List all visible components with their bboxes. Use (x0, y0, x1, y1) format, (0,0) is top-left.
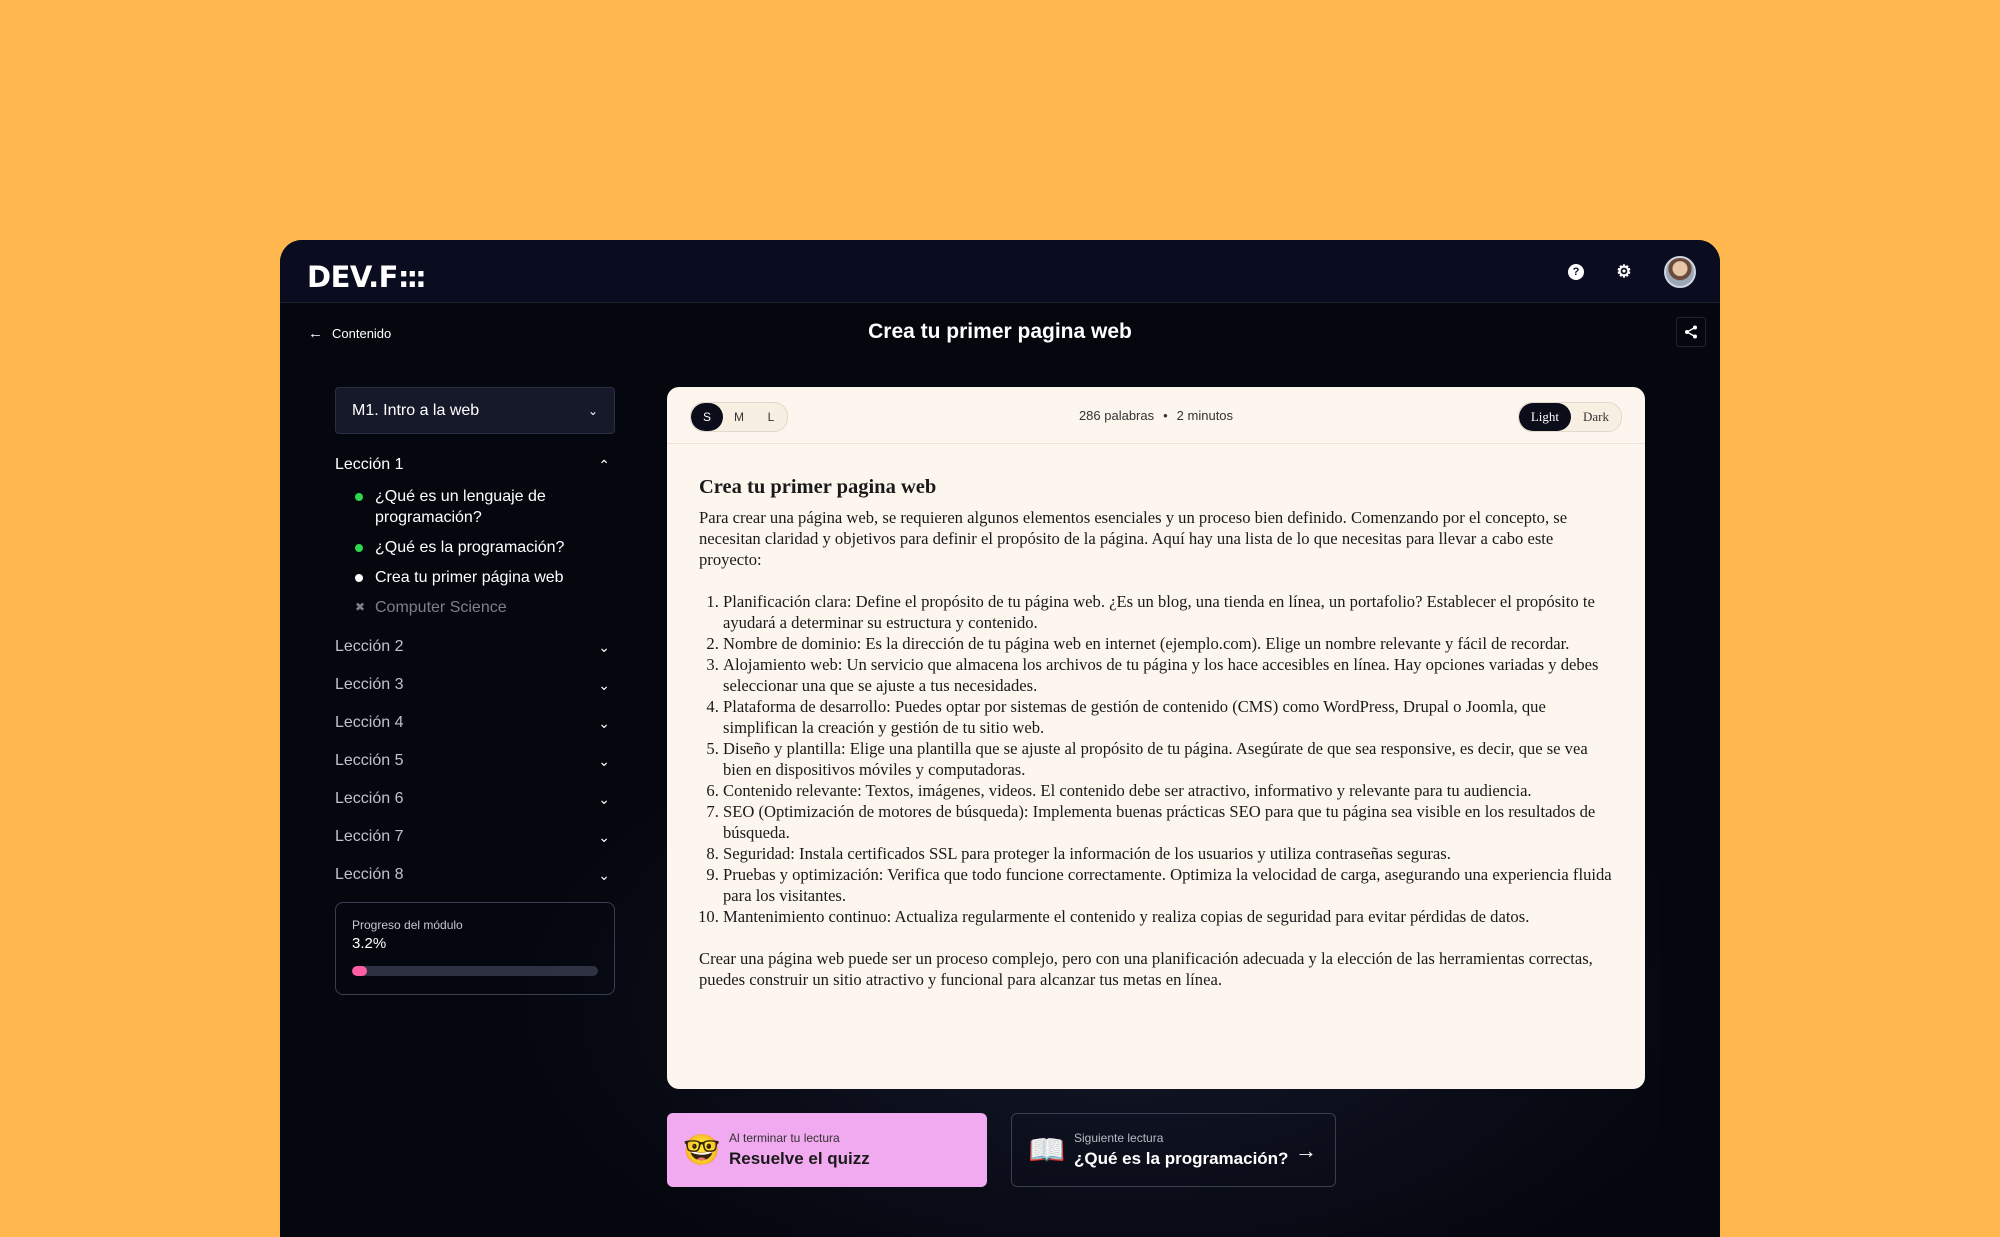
lesson-item-label: Crea tu primer página web (375, 569, 564, 586)
lesson-item-label: ¿Qué es la programación? (375, 539, 565, 556)
list-item: Plataforma de desarrollo: Puedes optar p… (723, 696, 1613, 738)
chevron-down-icon: ⌄ (598, 828, 610, 845)
progress-value: 3.2% (352, 935, 387, 952)
lesson-1-items: ¿Qué es un lenguaje de programación? ¿Qu… (335, 486, 615, 618)
module-select[interactable]: M1. Intro a la web ⌄ (335, 387, 615, 434)
help-icon[interactable]: ? (1568, 264, 1584, 280)
reading-stats: 286 palabras • 2 minutos (667, 408, 1645, 423)
lesson-7-header[interactable]: Lección 7 ⌄ (335, 828, 615, 846)
chevron-down-icon: ⌄ (587, 403, 598, 418)
chevron-down-icon: ⌄ (598, 752, 610, 769)
reading-time: 2 minutos (1176, 408, 1234, 423)
list-item: Contenido relevante: Textos, imágenes, v… (723, 780, 1613, 801)
current-dot-icon (355, 574, 363, 582)
logo-text: DEV.F (307, 260, 398, 294)
list-item: Alojamiento web: Un servicio que almacen… (723, 654, 1613, 696)
lesson-label: Lección 4 (335, 714, 404, 731)
sidebar: M1. Intro a la web ⌄ Lección 1 ⌃ ¿Qué es… (335, 387, 615, 995)
completed-dot-icon (355, 493, 363, 501)
share-icon (1685, 325, 1697, 339)
progress-label: Progreso del módulo (352, 918, 463, 932)
completed-dot-icon (355, 544, 363, 552)
quiz-title: Resuelve el quizz (729, 1149, 870, 1168)
list-item: Seguridad: Instala certificados SSL para… (723, 843, 1613, 864)
list-item: Mantenimiento continuo: Actualiza regula… (723, 906, 1613, 927)
progress-fill (352, 966, 367, 976)
lesson-5-header[interactable]: Lección 5 ⌄ (335, 752, 615, 770)
page-title: Crea tu primer pagina web (868, 320, 1132, 343)
lesson-label: Lección 3 (335, 676, 404, 693)
lesson-item-label: ¿Qué es un lenguaje de programación? (375, 488, 546, 526)
lesson-6-header[interactable]: Lección 6 ⌄ (335, 790, 615, 808)
next-reading-button[interactable]: 📖 Siguiente lectura ¿Qué es la programac… (1011, 1113, 1336, 1187)
close-icon: ✖ (355, 600, 366, 614)
sub-header: ← Contenido Crea tu primer pagina web (280, 303, 1720, 366)
chevron-up-icon: ⌃ (598, 456, 610, 473)
reader-panel: S M L 286 palabras • 2 minutos Light Dark … (667, 387, 1645, 1089)
list-item: Planificación clara: Define el propósito… (723, 591, 1613, 633)
lesson-1-label: Lección 1 (335, 456, 404, 473)
article-outro: Crear una página web puede ser un proces… (699, 949, 1593, 989)
module-select-value: M1. Intro a la web (352, 401, 480, 419)
chevron-down-icon: ⌄ (598, 638, 610, 655)
lesson-item-current[interactable]: Crea tu primer página web (355, 567, 615, 588)
book-icon: 📖 (1028, 1133, 1066, 1167)
avatar[interactable] (1664, 256, 1696, 288)
share-button[interactable] (1676, 317, 1706, 347)
quiz-subtitle: Al terminar tu lectura (729, 1131, 840, 1145)
lesson-3-header[interactable]: Lección 3 ⌄ (335, 676, 615, 694)
logo[interactable]: DEV.F::: (307, 260, 427, 294)
logo-dots: ::: (397, 260, 427, 294)
progress-bar (352, 966, 598, 976)
lesson-label: Lección 5 (335, 752, 404, 769)
lesson-item-locked: ✖ Computer Science (355, 597, 615, 618)
article-body: Crea tu primer pagina web Para crear una… (667, 444, 1645, 990)
theme-dark-button[interactable]: Dark (1571, 403, 1621, 431)
nerd-face-icon: 🤓 (683, 1133, 721, 1167)
article-list: Planificación clara: Define el propósito… (699, 591, 1613, 927)
top-bar: DEV.F::: ? ⚙ (280, 240, 1720, 303)
lesson-label: Lección 6 (335, 790, 404, 807)
chevron-down-icon: ⌄ (598, 790, 610, 807)
chevron-down-icon: ⌄ (598, 676, 610, 693)
app-window: DEV.F::: ? ⚙ ← Contenido Crea tu primer … (280, 240, 1720, 1237)
lesson-item-label: Computer Science (375, 599, 507, 616)
list-item: SEO (Optimización de motores de búsqueda… (723, 801, 1613, 843)
reader-toolbar: S M L 286 palabras • 2 minutos Light Dark (667, 387, 1645, 444)
lesson-label: Lección 8 (335, 866, 404, 883)
chevron-down-icon: ⌄ (598, 714, 610, 731)
arrow-right-icon: → (1295, 1138, 1317, 1163)
separator-dot: • (1163, 408, 1168, 423)
lesson-label: Lección 2 (335, 638, 404, 655)
quiz-button[interactable]: 🤓 Al terminar tu lectura Resuelve el qui… (667, 1113, 987, 1187)
lesson-8-header[interactable]: Lección 8 ⌄ (335, 866, 615, 884)
theme-toggle: Light Dark (1517, 402, 1622, 432)
gear-icon[interactable]: ⚙ (1616, 262, 1632, 281)
list-item: Nombre de dominio: Es la dirección de tu… (723, 633, 1613, 654)
article-heading: Crea tu primer pagina web (699, 476, 937, 498)
list-item: Diseño y plantilla: Elige una plantilla … (723, 738, 1613, 780)
lesson-item[interactable]: ¿Qué es la programación? (355, 537, 615, 558)
lesson-label: Lección 7 (335, 828, 404, 845)
lesson-item[interactable]: ¿Qué es un lenguaje de programación? (355, 486, 615, 528)
chevron-down-icon: ⌄ (598, 866, 610, 883)
next-title: ¿Qué es la programación? (1074, 1149, 1289, 1168)
bottom-cards: 🤓 Al terminar tu lectura Resuelve el qui… (667, 1113, 1336, 1187)
article-intro: Para crear una página web, se requieren … (699, 508, 1568, 569)
list-item: Pruebas y optimización: Verifica que tod… (723, 864, 1613, 906)
lesson-1-header[interactable]: Lección 1 ⌃ (335, 456, 615, 474)
theme-light-button[interactable]: Light (1518, 403, 1571, 431)
lesson-4-header[interactable]: Lección 4 ⌄ (335, 714, 615, 732)
next-subtitle: Siguiente lectura (1074, 1131, 1164, 1145)
word-count: 286 palabras (1078, 408, 1155, 423)
module-progress-card: Progreso del módulo 3.2% (335, 902, 615, 995)
lesson-2-header[interactable]: Lección 2 ⌄ (335, 638, 615, 656)
